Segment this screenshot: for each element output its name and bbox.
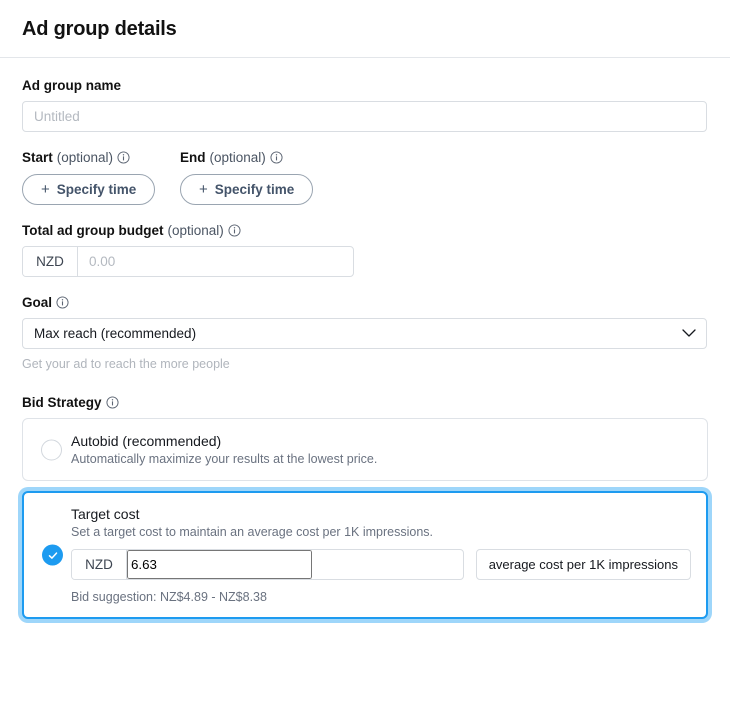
autobid-title: Autobid (recommended)	[71, 433, 222, 449]
total-budget-label: Total ad group budget (optional)	[22, 223, 708, 238]
page-title: Ad group details	[22, 18, 177, 40]
plus-icon: +	[41, 181, 50, 198]
target-cost-input-row: NZD average cost per 1K impressions	[71, 549, 691, 580]
start-field: Start (optional) + Specify time	[22, 150, 180, 205]
info-icon[interactable]	[105, 396, 119, 409]
radio-unchecked-icon[interactable]	[41, 439, 62, 460]
bid-option-target-cost[interactable]: Target cost Set a target cost to maintai…	[22, 491, 708, 619]
bid-strategy-label: Bid Strategy	[22, 395, 708, 410]
start-optional-text: (optional)	[56, 150, 114, 165]
total-budget-label-text: Total ad group budget	[22, 223, 164, 238]
ad-group-name-input[interactable]	[22, 101, 707, 132]
total-budget-optional-text: (optional)	[167, 223, 224, 238]
goal-select[interactable]: Max reach (recommended)	[22, 318, 707, 349]
total-budget-input-group: NZD	[22, 246, 354, 277]
info-icon[interactable]	[56, 296, 69, 309]
target-cost-description: Set a target cost to maintain an average…	[71, 525, 433, 539]
total-budget-field: Total ad group budget (optional) NZD	[22, 223, 708, 277]
goal-selected-value: Max reach (recommended)	[34, 326, 197, 341]
end-specify-time-button[interactable]: + Specify time	[180, 174, 314, 205]
end-label-text: End	[180, 150, 206, 165]
info-icon[interactable]	[117, 151, 130, 164]
bid-suggestion-text: Bid suggestion: NZ$4.89 - NZ$8.38	[71, 590, 267, 604]
goal-helper-text: Get your ad to reach the more people	[22, 357, 230, 371]
ad-group-name-label-text: Ad group name	[22, 78, 122, 93]
end-field: End (optional) + Specify time	[180, 150, 314, 205]
goal-label-text: Goal	[22, 295, 53, 310]
ad-group-details-form: Ad group name Start (optional) + Specify…	[0, 58, 730, 619]
goal-field: Goal Max reach (recommended) Get your ad…	[22, 295, 708, 371]
ad-group-name-label: Ad group name	[22, 78, 708, 93]
currency-prefix: NZD	[23, 247, 78, 276]
start-specify-time-button[interactable]: + Specify time	[22, 174, 156, 205]
start-label-text: Start	[22, 150, 53, 165]
autobid-description: Automatically maximize your results at t…	[71, 452, 378, 466]
target-cost-input[interactable]	[127, 550, 312, 579]
bid-option-autobid[interactable]: Autobid (recommended) Automatically maxi…	[22, 418, 708, 481]
end-label: End (optional)	[180, 150, 313, 165]
target-cost-suffix: average cost per 1K impressions	[475, 549, 691, 580]
info-icon[interactable]	[270, 151, 283, 164]
end-optional-text: (optional)	[209, 150, 266, 165]
start-label: Start (optional)	[22, 150, 180, 165]
goal-label: Goal	[22, 295, 708, 310]
bid-strategy-label-text: Bid Strategy	[22, 395, 102, 410]
schedule-row: Start (optional) + Specify time End (opt…	[22, 150, 708, 205]
target-cost-currency-prefix: NZD	[72, 550, 127, 579]
goal-select-wrap: Max reach (recommended)	[22, 318, 707, 349]
target-cost-title: Target cost	[71, 506, 140, 522]
page-header: Ad group details	[0, 0, 730, 58]
total-budget-input[interactable]	[78, 247, 353, 276]
info-icon[interactable]	[228, 224, 241, 237]
ad-group-name-field: Ad group name	[22, 78, 708, 132]
radio-checked-icon[interactable]	[42, 544, 63, 566]
start-specify-time-label: Specify time	[56, 182, 137, 197]
target-cost-input-group: NZD	[71, 549, 464, 580]
bid-strategy-section: Bid Strategy Autobid (recommended) Autom…	[22, 395, 708, 619]
plus-icon: +	[199, 181, 208, 198]
end-specify-time-label: Specify time	[214, 182, 295, 197]
